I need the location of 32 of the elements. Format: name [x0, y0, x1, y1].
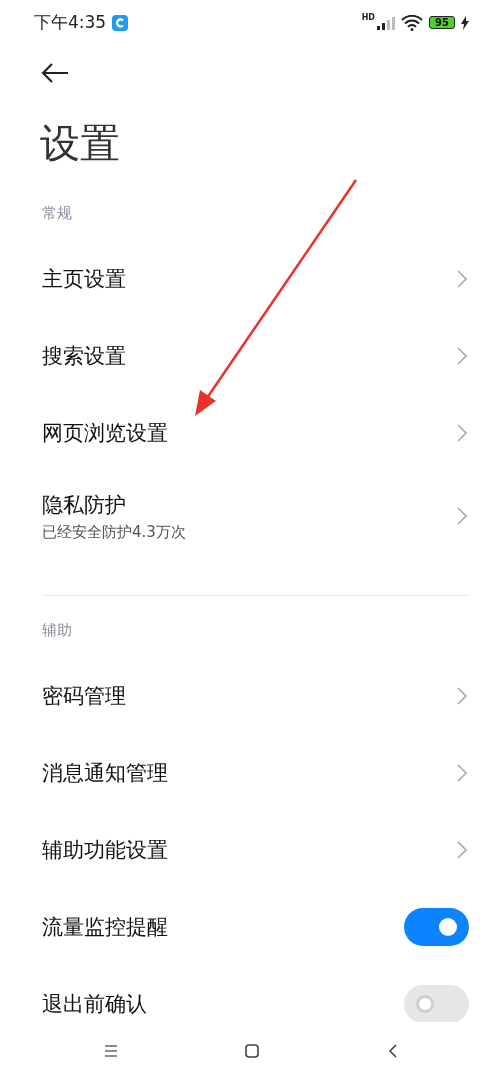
setting-label[interactable]: 消息通知管理 — [42, 758, 457, 787]
charging-icon — [461, 15, 469, 30]
toggle-switch[interactable] — [404, 984, 469, 1022]
chevron-right-icon — [457, 423, 467, 442]
network-type: HD — [361, 14, 375, 22]
section-header: 辅助 — [42, 620, 72, 640]
page-title: 设置 — [40, 118, 120, 168]
chevron-right-icon — [457, 763, 467, 782]
setting-label[interactable]: 隐私防护 — [42, 490, 457, 519]
section-header: 常规 — [42, 203, 72, 223]
signal-icon — [377, 15, 395, 30]
wifi-icon — [401, 14, 423, 31]
chevron-right-icon — [457, 507, 467, 525]
home-icon[interactable] — [243, 1043, 260, 1059]
chevron-right-icon — [457, 269, 467, 288]
setting-label[interactable]: 搜索设置 — [42, 341, 457, 370]
battery-level: 95 — [429, 16, 455, 29]
chevron-right-icon — [457, 686, 467, 705]
setting-label[interactable]: 流量监控提醒 — [42, 912, 404, 941]
setting-label[interactable]: 网页浏览设置 — [42, 418, 457, 447]
setting-label[interactable]: 退出前确认 — [42, 989, 404, 1018]
status-time: 下午4:35 — [34, 11, 107, 34]
setting-label[interactable]: 辅助功能设置 — [42, 835, 457, 864]
setting-subtitle: 已经安全防护4.3万次 — [42, 522, 187, 542]
back-arrow-icon[interactable] — [40, 61, 70, 84]
setting-label[interactable]: 主页设置 — [42, 264, 457, 293]
menu-icon[interactable] — [102, 1043, 119, 1059]
chevron-right-icon — [457, 840, 467, 859]
app-icon — [112, 14, 129, 31]
chevron-right-icon — [457, 346, 467, 365]
toggle-switch[interactable] — [404, 907, 469, 946]
setting-label[interactable]: 密码管理 — [42, 681, 457, 710]
